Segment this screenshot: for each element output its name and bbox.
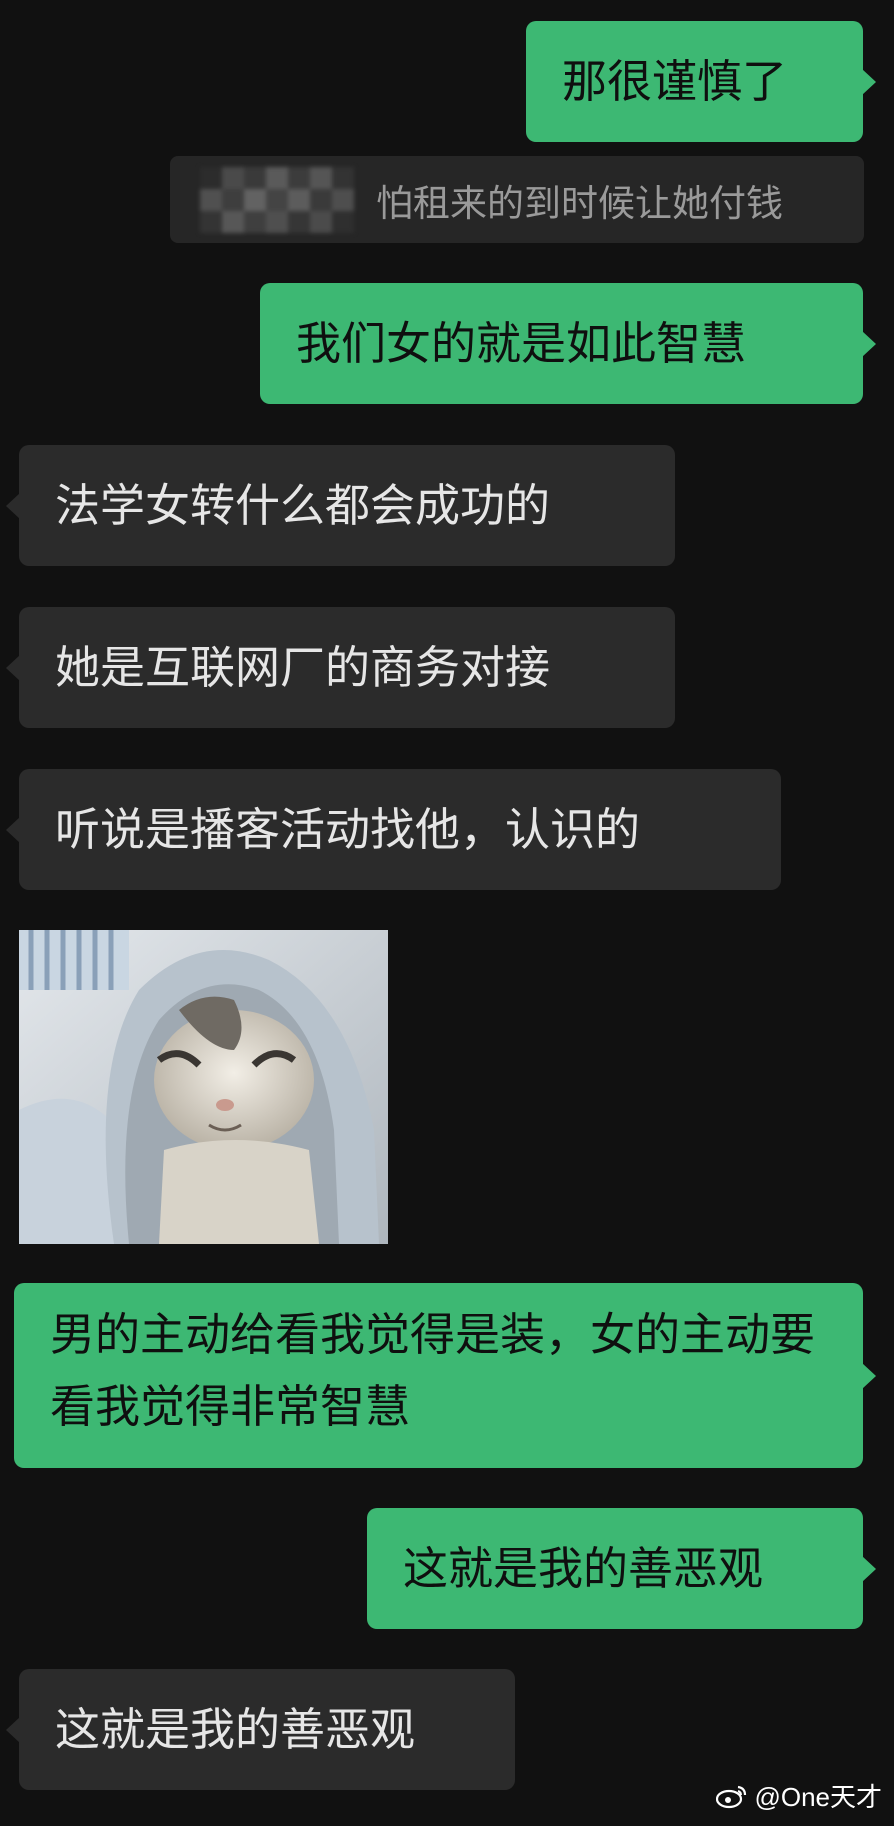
- cat-in-hood-sticker[interactable]: [19, 930, 388, 1244]
- quoted-text: 怕租来的到时候让她付钱: [376, 181, 783, 225]
- message-text: 听说是播客活动找他，认识的: [55, 802, 641, 856]
- message-sent-3[interactable]: 男的主动给看我觉得是装，女的主动要看我觉得非常智慧: [14, 1283, 876, 1468]
- message-text: 这就是我的善恶观: [403, 1541, 764, 1595]
- message-sent-4[interactable]: 这就是我的善恶观: [367, 1508, 876, 1629]
- watermark: @One天才: [716, 1777, 882, 1814]
- cat-in-hood-icon: [19, 930, 388, 1244]
- message-text: 她是互联网厂的商务对接: [55, 640, 551, 694]
- message-received-1[interactable]: 法学女转什么都会成功的: [6, 445, 675, 566]
- message-received-2[interactable]: 她是互联网厂的商务对接: [6, 607, 675, 728]
- message-sent-2[interactable]: 我们女的就是如此智慧: [260, 283, 876, 404]
- blurred-name-mosaic: [200, 166, 354, 233]
- message-text: 这就是我的善恶观: [55, 1702, 416, 1756]
- message-text: 男的主动给看我觉得是装，女的主动要看我觉得非常智慧: [50, 1308, 816, 1433]
- message-text: 我们女的就是如此智慧: [296, 316, 747, 370]
- watermark-text: @One天才: [754, 1782, 882, 1812]
- message-sent-1[interactable]: 那很谨慎了: [526, 21, 876, 142]
- quoted-message[interactable]: 怕租来的到时候让她付钱: [170, 156, 864, 243]
- message-received-4[interactable]: 这就是我的善恶观: [6, 1669, 515, 1790]
- message-received-3[interactable]: 听说是播客活动找他，认识的: [6, 769, 781, 890]
- message-text: 那很谨慎了: [562, 54, 788, 108]
- message-text: 法学女转什么都会成功的: [55, 478, 551, 532]
- weibo-logo-icon: [716, 1785, 747, 1808]
